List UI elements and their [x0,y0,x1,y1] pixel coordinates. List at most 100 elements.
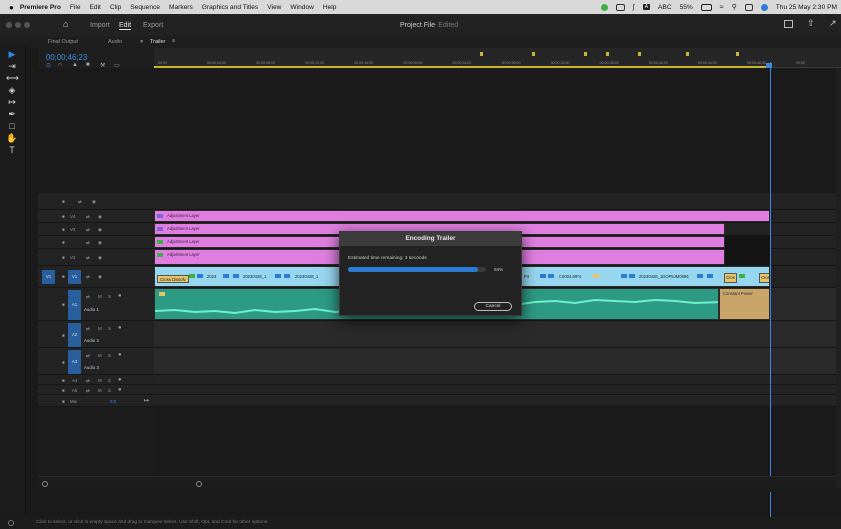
solo-button[interactable]: S [108,326,111,331]
timeline-zoom-scrollbar[interactable] [38,476,841,492]
track-a3-area[interactable] [154,348,841,375]
zoom-window-button[interactable] [24,22,30,28]
transition-cross-dissolve[interactable]: Cross Dissolv [157,275,189,283]
voiceover-mic-icon[interactable]: ● [118,377,122,383]
vertical-scrollbar[interactable] [836,68,841,488]
track-header-v1[interactable]: V1 ■ V1 ⇄ ◉ [38,266,154,288]
sync-lock-icon[interactable]: ⇄ [86,388,90,394]
marker-icon[interactable] [686,52,689,56]
menu-clip[interactable]: Clip [110,4,121,11]
track-header-a1[interactable]: ■ A1 ⇄ M S ● Audio 1 [38,288,154,321]
lock-icon[interactable]: ■ [62,302,65,307]
bluetooth-icon[interactable]: ∫ [633,4,635,11]
transition-cross-dissolve[interactable]: Cros [724,273,737,283]
solo-button[interactable]: S [108,353,111,358]
track-target-a2[interactable]: A2 [68,323,81,347]
mute-button[interactable]: M [98,378,102,383]
workspace-edit[interactable]: Edit [119,22,132,30]
close-tab-icon[interactable]: × [140,39,143,45]
solo-button[interactable]: S [108,378,111,383]
voiceover-mic-icon[interactable]: ● [118,325,122,331]
lock-icon[interactable]: ■ [62,274,65,279]
menu-help[interactable]: Help [323,4,337,11]
keyboard-layout-label[interactable]: ABC [658,4,672,11]
menu-edit[interactable]: Edit [90,4,101,11]
sync-lock-icon[interactable]: ⇄ [86,274,90,280]
eye-icon[interactable]: ◉ [98,274,102,280]
track-header-a3[interactable]: ■ A3 ⇄ M S ● Audio 3 [38,348,154,375]
lock-icon[interactable]: ■ [62,333,65,338]
track-header-v4[interactable]: ■ V4 ⇄ ◉ [38,210,154,223]
marker-icon[interactable] [736,52,739,56]
track-select-tool-icon[interactable]: ⇥ [6,62,18,71]
lock-icon[interactable]: ■ [62,227,65,232]
timeline-empty-area[interactable] [38,68,841,208]
apple-icon[interactable]: ● [9,3,14,12]
screen-icon[interactable] [615,3,625,11]
source-patch-v1[interactable]: V1 [42,270,55,284]
marker-icon[interactable] [638,52,641,56]
mute-button[interactable]: M [98,326,102,331]
workspace-export[interactable]: Export [143,22,163,29]
marker-icon[interactable] [480,52,483,56]
spotlight-search-icon[interactable]: ⚲ [732,3,737,11]
control-center-icon[interactable] [744,3,753,11]
home-icon[interactable]: ⌂ [63,19,68,29]
battery-icon[interactable] [700,3,712,11]
clock-datetime[interactable]: Thu 25 May 2:30 PM [776,4,837,11]
razor-tool-icon[interactable]: ◈ [6,86,18,95]
mix-expand-icon[interactable]: ↦ [144,397,149,404]
sync-lock-icon[interactable]: ⇄ [86,353,90,359]
quick-export-icon[interactable] [784,20,793,28]
sync-lock-icon[interactable]: ⇄ [86,378,90,384]
eye-icon[interactable]: ◉ [98,227,102,233]
keyboard-input-icon[interactable]: A [642,4,651,10]
lock-icon[interactable]: ■ [62,388,65,393]
mute-button[interactable]: M [98,353,102,358]
mix-track-area[interactable] [154,395,841,407]
mute-button[interactable]: M [98,388,102,393]
scroll-handle-left[interactable] [42,481,48,487]
menu-file[interactable]: File [70,4,81,11]
track-header-v2-spacer[interactable]: ■ ⇄ ◉ [38,236,154,249]
mix-volume[interactable]: 0.0 [110,399,116,404]
lock-icon[interactable]: ■ [62,240,65,245]
time-ruler[interactable]: 00;00 00;00;04;00 00;00;08;00 00;00;12;00 00… [154,48,841,69]
sync-lock-icon[interactable]: ⇄ [86,227,90,233]
lock-icon[interactable]: ■ [62,378,65,383]
menu-window[interactable]: Window [290,4,313,11]
menu-sequence[interactable]: Sequence [130,4,160,11]
transition-cross-dissolve[interactable]: Cros [759,273,769,283]
track-a2-area[interactable] [154,321,841,348]
track-header-mix[interactable]: ■ Mix 0.0 ↦ [38,395,154,407]
type-tool-icon[interactable]: T [6,146,18,155]
pen-tool-icon[interactable]: ✒ [6,110,18,119]
rectangle-tool-icon[interactable]: □ [6,122,18,131]
sync-lock-icon[interactable]: ⇄ [86,240,90,246]
status-green-icon[interactable] [600,3,608,11]
ripple-edit-tool-icon[interactable]: ⟷ [6,74,19,83]
mute-button[interactable]: M [98,294,102,299]
timecode-display[interactable]: 00;00;46;23 [46,53,87,62]
siri-icon[interactable] [760,3,768,11]
tab-menu-icon[interactable]: ≡ [172,38,175,44]
eye-icon[interactable]: ◉ [98,214,102,220]
hand-tool-icon[interactable]: ✋ [6,134,18,143]
eye-icon[interactable]: ◉ [98,255,102,261]
track-target-a3[interactable]: A3 [68,350,81,374]
voiceover-mic-icon[interactable]: ● [118,293,122,299]
workspace-import[interactable]: Import [90,22,110,29]
voiceover-mic-icon[interactable]: ● [118,352,122,358]
menu-markers[interactable]: Markers [169,4,193,11]
track-header-a2[interactable]: ■ A2 ⇄ M S ● Audio 2 [38,321,154,348]
marker-icon[interactable] [606,52,609,56]
track-v4-area[interactable]: Adjustment Layer [154,210,841,223]
menu-view[interactable]: View [267,4,281,11]
playhead-line[interactable] [770,62,771,517]
track-header-a4[interactable]: ■ A4 ⇄ M S ● [38,375,154,385]
track-a5-area[interactable] [154,385,841,395]
sync-lock-icon[interactable]: ⇄ [86,255,90,261]
timeline-empty-bottom[interactable] [154,407,841,476]
minimize-window-button[interactable] [15,22,21,28]
tab-audio[interactable]: Audio [108,39,122,45]
